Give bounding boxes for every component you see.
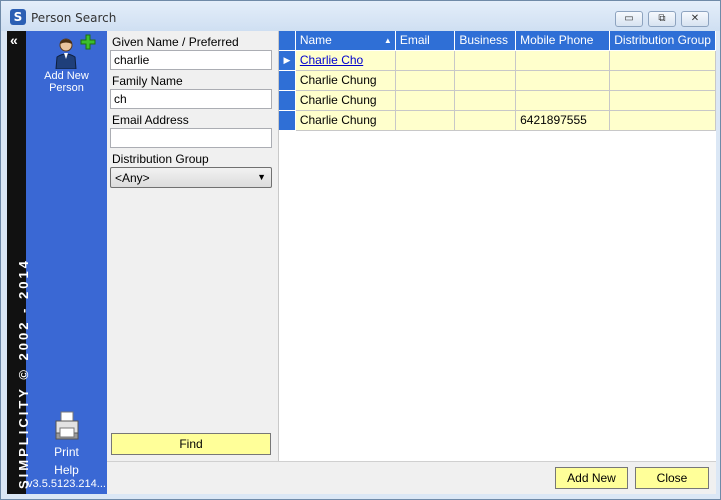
restore-button[interactable]: ⧉	[648, 11, 676, 27]
cell-email[interactable]	[395, 110, 456, 131]
cell-name[interactable]: Charlie Chung	[295, 70, 396, 91]
cell-distribution-group[interactable]	[609, 70, 716, 91]
search-panel: Given Name / Preferred Family Name Email…	[107, 31, 279, 494]
cell-mobile-phone[interactable]	[515, 90, 611, 111]
chevron-down-icon: ▼	[257, 172, 266, 182]
distribution-group-value: <Any>	[115, 171, 150, 185]
row-selector[interactable]	[279, 70, 296, 91]
brand-strip: « SIMPLICITY © 2002 - 2014	[7, 31, 31, 494]
find-button[interactable]: Find	[111, 433, 271, 455]
add-new-person-button[interactable]: Add New Person	[26, 33, 107, 99]
family-name-label: Family Name	[112, 74, 183, 88]
cell-distribution-group[interactable]	[609, 50, 716, 71]
add-new-button[interactable]: Add New	[555, 467, 628, 489]
close-button[interactable]: Close	[635, 467, 709, 489]
help-link[interactable]: Help	[26, 463, 107, 477]
plus-icon	[80, 34, 96, 50]
cell-name[interactable]: Charlie Chung	[295, 90, 396, 111]
print-label: Print	[54, 445, 79, 459]
sort-ascending-icon: ▲	[383, 36, 392, 45]
person-search-window: S Person Search ▭ ⧉ ✕ « SIMPLICITY © 200…	[0, 0, 721, 500]
sidebar: « SIMPLICITY © 2002 - 2014 Add New Perso…	[7, 31, 107, 494]
given-name-label: Given Name / Preferred	[112, 35, 239, 49]
cell-mobile-phone[interactable]	[515, 70, 611, 91]
email-address-input[interactable]	[110, 128, 272, 148]
row-selector[interactable]	[279, 110, 296, 131]
table-row[interactable]: Charlie Chung	[279, 70, 716, 91]
given-name-input[interactable]	[110, 50, 272, 70]
column-header-mobile-phone[interactable]: Mobile Phone	[515, 31, 611, 51]
cell-name[interactable]: Charlie Cho	[295, 50, 396, 71]
table-row[interactable]: ▶ Charlie Cho	[279, 50, 716, 71]
row-selector[interactable]	[279, 90, 296, 111]
results-grid: Name ▲ Email Business Mobile Phone Distr…	[279, 31, 716, 131]
cell-distribution-group[interactable]	[609, 90, 716, 111]
app-icon: S	[10, 9, 26, 25]
cell-business[interactable]	[454, 70, 517, 91]
table-row[interactable]: Charlie Chung	[279, 90, 716, 111]
current-row-icon: ▶	[283, 54, 291, 65]
column-header-distribution-group[interactable]: Distribution Group	[609, 31, 716, 51]
results-grid-area: Name ▲ Email Business Mobile Phone Distr…	[279, 31, 716, 461]
bottom-button-bar: Add New Close	[107, 461, 716, 494]
cell-mobile-phone[interactable]	[515, 50, 611, 71]
person-name-link[interactable]: Charlie Cho	[300, 53, 363, 67]
minimize-button[interactable]: ▭	[615, 11, 643, 27]
cell-distribution-group[interactable]	[609, 110, 716, 131]
column-header-name-label: Name	[299, 33, 332, 48]
cell-business[interactable]	[454, 110, 517, 131]
person-icon	[55, 38, 77, 69]
printer-icon	[55, 411, 79, 440]
column-header-name[interactable]: Name ▲	[295, 31, 396, 51]
window-title: Person Search	[31, 11, 117, 25]
table-row[interactable]: Charlie Chung 6421897555	[279, 110, 716, 131]
row-selector[interactable]: ▶	[279, 50, 296, 71]
column-header-business[interactable]: Business	[454, 31, 517, 51]
close-window-button[interactable]: ✕	[681, 11, 709, 27]
collapse-icon[interactable]: «	[10, 33, 18, 47]
grid-corner-header	[279, 31, 296, 51]
family-name-input[interactable]	[110, 89, 272, 109]
client-area: « SIMPLICITY © 2002 - 2014 Add New Perso…	[7, 31, 716, 494]
print-button[interactable]: Print	[26, 409, 107, 459]
cell-name[interactable]: Charlie Chung	[295, 110, 396, 131]
distribution-group-label: Distribution Group	[112, 152, 209, 166]
email-address-label: Email Address	[112, 113, 189, 127]
cell-email[interactable]	[395, 50, 456, 71]
distribution-group-select[interactable]: <Any> ▼	[110, 167, 272, 188]
cell-business[interactable]	[454, 50, 517, 71]
cell-business[interactable]	[454, 90, 517, 111]
cell-mobile-phone[interactable]: 6421897555	[515, 110, 611, 131]
cell-email[interactable]	[395, 70, 456, 91]
version-label: v3.5.5123.214...	[27, 478, 106, 490]
cell-email[interactable]	[395, 90, 456, 111]
grid-header-row: Name ▲ Email Business Mobile Phone Distr…	[279, 31, 716, 51]
column-header-email[interactable]: Email	[395, 31, 456, 51]
title-bar[interactable]: S Person Search ▭ ⧉ ✕	[1, 1, 720, 31]
add-new-person-label: Add New Person	[44, 70, 89, 94]
